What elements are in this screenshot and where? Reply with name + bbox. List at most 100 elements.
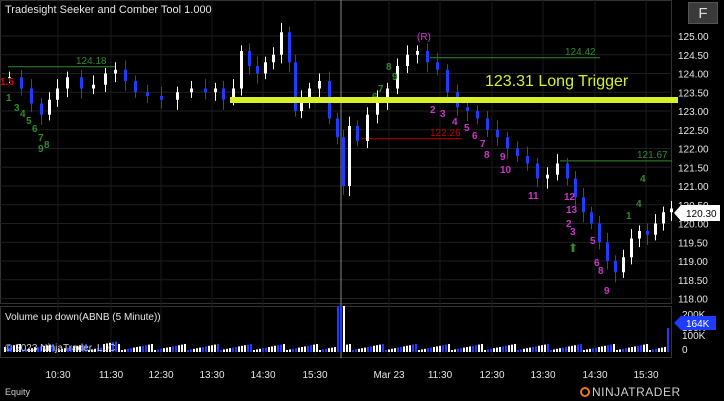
volume-bar bbox=[208, 345, 210, 352]
volume-bar bbox=[145, 345, 147, 352]
volume-bar bbox=[586, 349, 588, 352]
volume-bar bbox=[214, 344, 216, 352]
volume-bar bbox=[328, 348, 330, 352]
volume-bar bbox=[484, 350, 486, 352]
price-tick-label: 122.50 bbox=[678, 126, 709, 137]
volume-bar bbox=[490, 348, 492, 352]
volume-bar bbox=[418, 350, 420, 352]
time-tick-label: 15:30 bbox=[633, 370, 658, 381]
count-label: 9 bbox=[500, 152, 506, 163]
volume-bar bbox=[556, 348, 558, 352]
volume-bar bbox=[505, 345, 507, 352]
time-tick-label: 11:30 bbox=[99, 370, 124, 381]
volume-bar bbox=[574, 345, 576, 352]
volume-bar bbox=[445, 344, 447, 352]
candle-body bbox=[506, 137, 509, 149]
candle-body bbox=[256, 66, 259, 74]
candle-body bbox=[582, 197, 585, 213]
volume-bar bbox=[493, 348, 495, 352]
menu-button[interactable]: F bbox=[688, 2, 718, 24]
volume-bar bbox=[511, 344, 513, 352]
volume-bar bbox=[616, 350, 618, 352]
price-tick-label: 125.00 bbox=[678, 32, 709, 43]
price-axis[interactable]: 125.00 124.50 124.00 123.50 123.00 122.50 122.… bbox=[678, 32, 709, 306]
candle-body bbox=[40, 103, 43, 115]
volume-bar bbox=[169, 347, 171, 352]
volume-bar bbox=[544, 344, 546, 352]
price-tick-label: 119.00 bbox=[678, 257, 708, 268]
level-label: 121.67 bbox=[637, 150, 668, 161]
r-marker: (R) bbox=[417, 32, 431, 43]
volume-bar bbox=[466, 347, 468, 352]
time-tick-label: 15:30 bbox=[302, 370, 327, 381]
volume-bar bbox=[148, 344, 150, 352]
volume-bar bbox=[259, 348, 261, 352]
candle-body bbox=[66, 77, 69, 89]
candle-body bbox=[176, 92, 179, 100]
volume-bar bbox=[193, 348, 195, 352]
volume-bar bbox=[619, 349, 621, 352]
volume-bar bbox=[358, 348, 360, 352]
price-tick-label: 123.50 bbox=[678, 88, 709, 99]
candle-body bbox=[214, 88, 217, 93]
price-chart[interactable]: 124.18124.42122.26121.67 1.5134567896789… bbox=[0, 0, 724, 401]
volume-bar bbox=[142, 345, 144, 352]
time-axis[interactable]: 10:30 11:30 12:30 13:30 14:30 15:30 Mar 23 11:3… bbox=[45, 370, 658, 381]
volume-bar bbox=[289, 349, 291, 352]
volume-bar bbox=[226, 348, 228, 352]
volume-bar bbox=[250, 344, 252, 352]
candle-body bbox=[348, 126, 351, 186]
volume-bar bbox=[607, 345, 609, 352]
candle-body bbox=[670, 208, 673, 213]
long-trigger-label: 123.31 Long Trigger bbox=[485, 73, 629, 90]
volume-bar bbox=[373, 345, 375, 352]
volume-bar bbox=[346, 344, 348, 352]
price-tick-label: 124.50 bbox=[678, 51, 709, 62]
candle-body bbox=[30, 88, 33, 104]
volume-bar bbox=[190, 349, 192, 352]
price-tick-label: 120.00 bbox=[678, 220, 709, 231]
level-label: 122.26 bbox=[430, 128, 461, 139]
candle-body bbox=[240, 51, 243, 89]
candle-body bbox=[190, 88, 193, 93]
volume-bar bbox=[601, 346, 603, 352]
volume-bar bbox=[232, 347, 234, 352]
count-label: 5 bbox=[590, 236, 596, 247]
volume-bar bbox=[376, 345, 378, 352]
candle-body bbox=[48, 99, 51, 115]
candle-body bbox=[566, 163, 569, 179]
svg-text:164K: 164K bbox=[686, 319, 710, 330]
volume-bar bbox=[256, 349, 258, 352]
volume-bar bbox=[127, 348, 129, 352]
volume-bar bbox=[154, 350, 156, 352]
volume-bar bbox=[121, 350, 123, 352]
volume-bar bbox=[589, 348, 591, 352]
volume-bar bbox=[448, 344, 450, 352]
count-label: 6 bbox=[472, 131, 478, 142]
volume-bar bbox=[304, 346, 306, 352]
volume-bar bbox=[238, 346, 240, 352]
volume-bar bbox=[559, 348, 561, 352]
volume-bar bbox=[241, 345, 243, 352]
volume-bar bbox=[394, 348, 396, 352]
volume-bar bbox=[337, 306, 339, 352]
volume-bar bbox=[475, 345, 477, 352]
candle-body bbox=[134, 81, 137, 93]
candle-body bbox=[80, 77, 83, 89]
volume-bar bbox=[166, 347, 168, 352]
time-tick-label: 10:30 bbox=[45, 370, 70, 381]
volume-bar bbox=[388, 349, 390, 352]
volume-bar bbox=[520, 349, 522, 352]
volume-bar bbox=[322, 349, 324, 352]
candle-body bbox=[526, 156, 529, 164]
volume-bar bbox=[262, 348, 264, 352]
price-tick-label: 124.00 bbox=[678, 70, 709, 81]
candle-body bbox=[272, 54, 275, 63]
volume-bar bbox=[352, 350, 354, 352]
volume-bar bbox=[364, 347, 366, 352]
volume-bar bbox=[277, 345, 279, 352]
volume-bar bbox=[613, 344, 615, 352]
volume-bar bbox=[157, 349, 159, 352]
current-volume-tag: 164K bbox=[674, 316, 716, 330]
price-tick-label: 118.00 bbox=[678, 295, 708, 306]
